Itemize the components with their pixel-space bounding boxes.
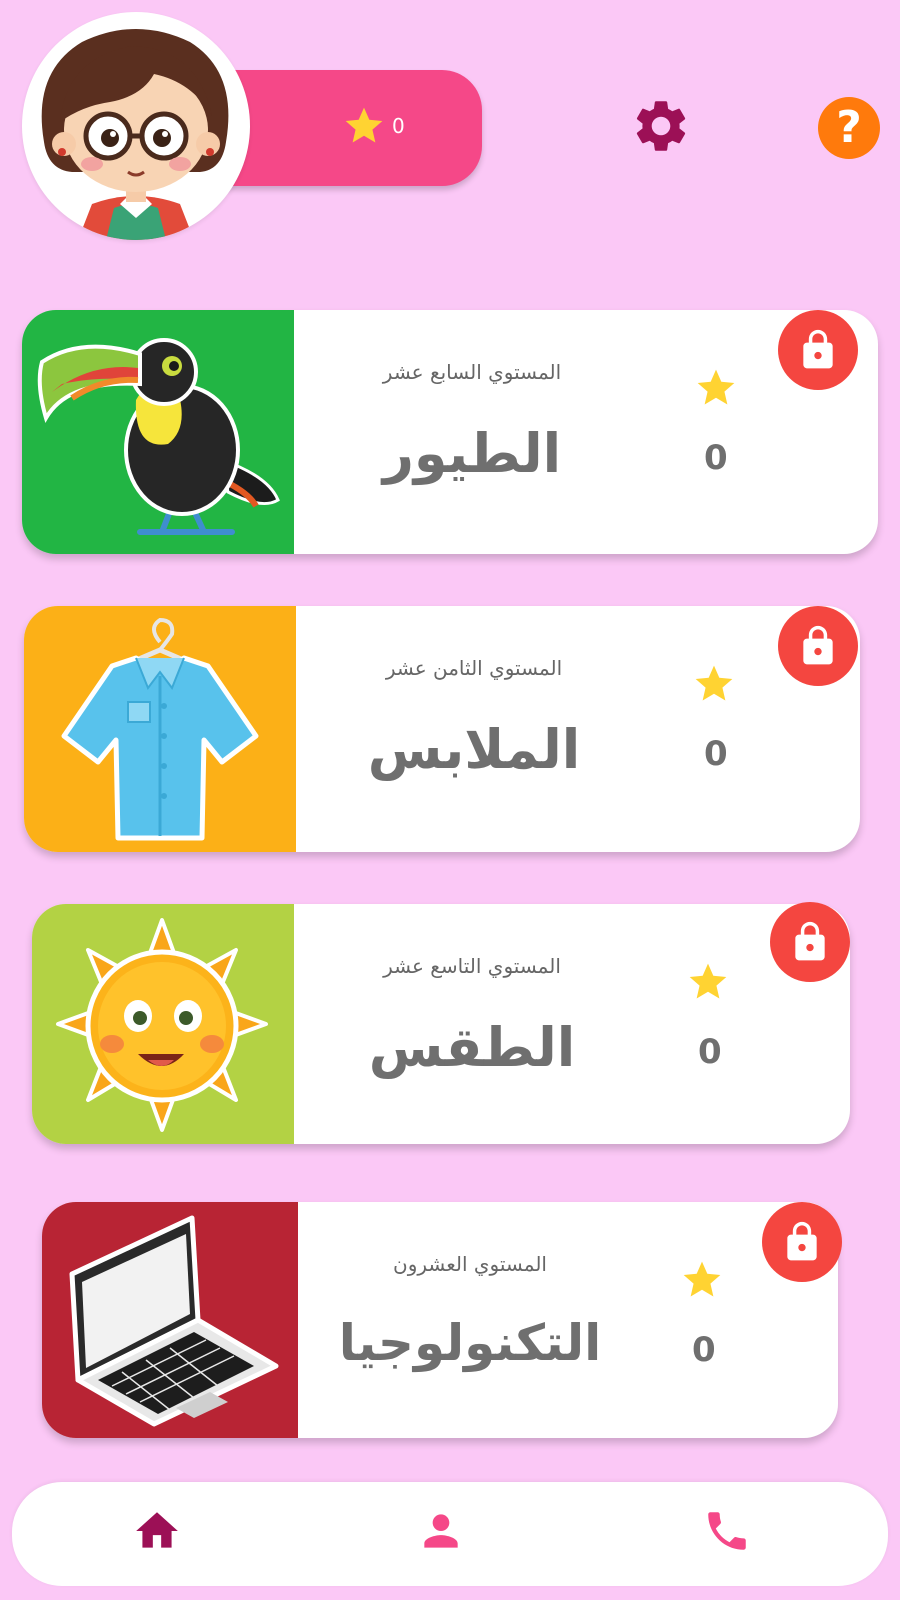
level-card-clothes[interactable]: المستوي الثامن عشر الملابس 0 <box>24 606 860 852</box>
avatar[interactable] <box>22 12 250 240</box>
toucan-illustration <box>22 310 294 554</box>
level-title: الملابس <box>367 718 581 781</box>
profile-icon[interactable] <box>416 1506 466 1556</box>
shirt-illustration <box>24 606 296 852</box>
settings-gear-icon[interactable] <box>630 95 692 157</box>
star-icon <box>689 963 727 999</box>
level-number-label: المستوي الثامن عشر <box>385 656 563 680</box>
star-icon <box>695 665 733 701</box>
level-star-count: 0 <box>704 734 728 774</box>
level-title: الطقس <box>368 1016 576 1079</box>
help-button[interactable]: ? <box>818 97 880 159</box>
star-icon <box>683 1261 721 1297</box>
level-star-count: 0 <box>698 1032 722 1072</box>
sun-illustration <box>32 904 294 1144</box>
phone-icon[interactable] <box>702 1506 752 1556</box>
help-icon: ? <box>836 102 862 153</box>
level-card-weather[interactable]: المستوي التاسع عشر الطقس 0 <box>32 904 850 1144</box>
lock-icon <box>762 1202 842 1282</box>
lock-icon <box>778 606 858 686</box>
level-title: التكنولوجيا <box>338 1314 602 1372</box>
level-star-count: 0 <box>704 438 728 478</box>
lock-icon <box>770 902 850 982</box>
level-number-label: المستوي العشرون <box>393 1252 547 1276</box>
star-count: 0 <box>392 114 405 138</box>
laptop-illustration <box>42 1202 298 1438</box>
level-card-birds[interactable]: المستوي السابع عشر الطيور 0 <box>22 310 878 554</box>
level-card-technology[interactable]: المستوي العشرون التكنولوجيا 0 <box>42 1202 838 1438</box>
level-title: الطيور <box>382 422 562 485</box>
star-icon <box>345 107 383 143</box>
level-star-count: 0 <box>692 1330 716 1370</box>
bottom-navigation <box>12 1482 888 1586</box>
home-icon[interactable] <box>132 1506 182 1556</box>
lock-icon <box>778 310 858 390</box>
star-icon <box>697 369 735 405</box>
level-number-label: المستوي السابع عشر <box>382 360 562 384</box>
level-number-label: المستوي التاسع عشر <box>383 954 561 978</box>
